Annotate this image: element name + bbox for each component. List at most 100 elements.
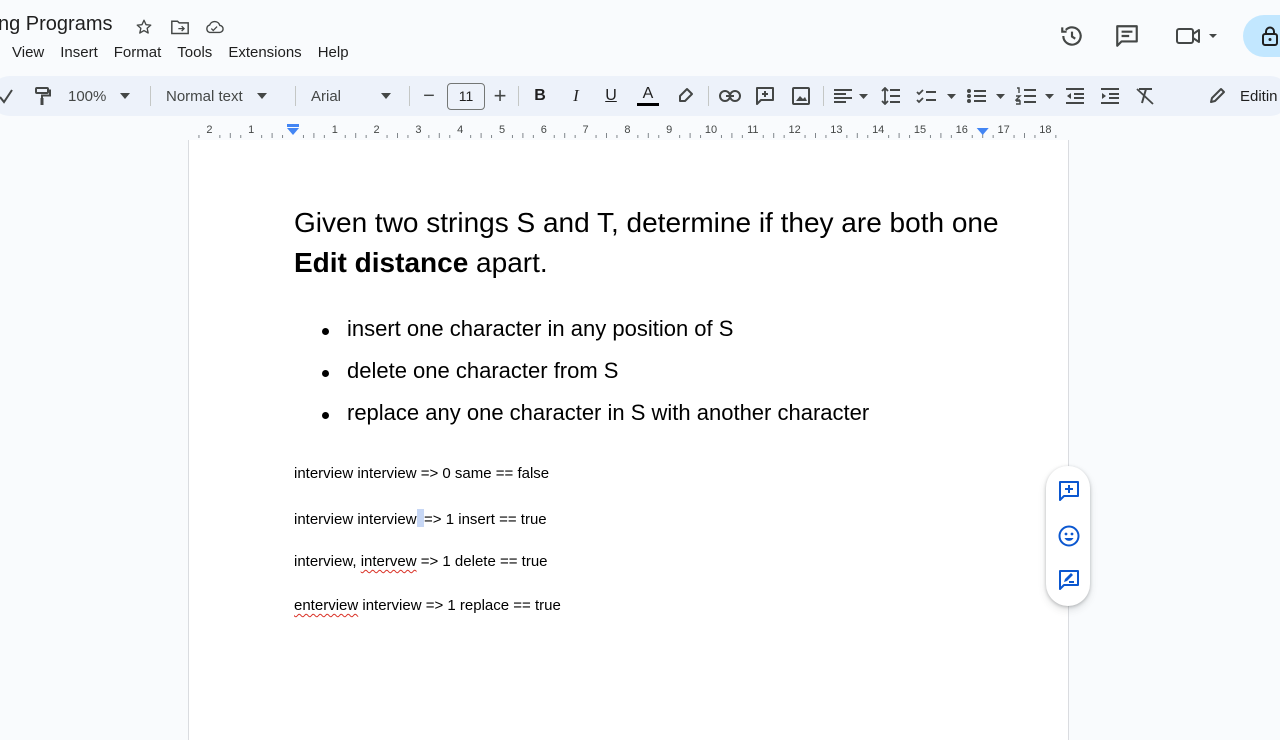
menu-insert[interactable]: Insert (52, 42, 106, 64)
increase-font-size-button[interactable]: + (490, 83, 510, 108)
left-indent-marker[interactable] (287, 124, 299, 135)
editing-mode-button[interactable]: Editin (1208, 84, 1280, 108)
pencil-icon (1210, 88, 1225, 103)
title-bar: ng Programs (0, 0, 1280, 40)
align-select[interactable] (832, 84, 870, 108)
list-item[interactable]: insert one character in any position of … (294, 308, 869, 350)
toolbar-divider (518, 86, 519, 106)
move-to-folder-icon[interactable] (170, 17, 190, 37)
lock-icon (1262, 26, 1278, 46)
menu-help[interactable]: Help (310, 42, 357, 64)
toolbar-divider (295, 86, 296, 106)
ruler-label: 1 (332, 124, 338, 136)
zoom-value: 100% (68, 87, 107, 105)
ruler-svg: 2 1 1 2 3 4 5 6 7 8 9 10 11 12 13 14 15 16 17 18 (198, 124, 1057, 138)
ruler-label: 8 (624, 124, 630, 136)
ruler-label: 7 (583, 124, 589, 136)
numbered-list-icon (1015, 87, 1054, 105)
text-cursor (417, 509, 425, 527)
paint-format-icon[interactable] (31, 84, 53, 108)
toolbar-divider (409, 86, 410, 106)
menu-bar: View Insert Format Tools Extensions Help (0, 42, 357, 64)
star-icon[interactable] (134, 17, 154, 37)
paragraph-style-value: Normal text (166, 87, 243, 105)
ruler-label: 6 (541, 124, 547, 136)
zoom-select[interactable]: 100% (68, 84, 148, 108)
example-4-result: interview => 1 replace == true (358, 597, 561, 614)
example-line-2[interactable]: interview interviews=> 1 insert == true (294, 509, 547, 528)
text-color-swatch (637, 103, 659, 106)
share-button[interactable] (1243, 15, 1280, 57)
chevron-down-icon (381, 93, 392, 99)
insert-image-icon[interactable] (789, 84, 813, 108)
decrease-indent-icon[interactable] (1064, 84, 1086, 108)
example-line-3[interactable]: interview, intervew => 1 delete == true (294, 553, 548, 570)
suggest-edits-icon[interactable] (1056, 567, 1082, 593)
chevron-down-icon (120, 93, 131, 99)
meet-video-icon[interactable] (1172, 22, 1222, 50)
menu-format[interactable]: Format (106, 42, 170, 64)
decrease-font-size-button[interactable]: − (420, 84, 438, 108)
ruler-label: 17 (997, 124, 1009, 136)
menu-tools[interactable]: Tools (169, 42, 220, 64)
ruler-label: 9 (666, 124, 672, 136)
ruler[interactable]: 2 1 1 2 3 4 5 6 7 8 9 10 11 12 13 14 15 16 17 18 (188, 122, 1068, 140)
checklist-select[interactable] (916, 84, 958, 108)
example-3-word: interview, (294, 553, 361, 570)
highlight-color-icon[interactable] (674, 84, 696, 108)
add-comment-icon[interactable] (1056, 478, 1082, 504)
misspelled-word[interactable]: intervew (361, 553, 417, 570)
chevron-down-icon (256, 93, 267, 99)
insert-link-icon[interactable] (718, 84, 742, 108)
ruler-label: 10 (705, 124, 717, 136)
checklist-icon (916, 89, 956, 104)
bulleted-list-select[interactable] (966, 84, 1008, 108)
example-2-words: interview interviews (294, 511, 425, 528)
cloud-saved-icon[interactable] (204, 17, 224, 37)
ruler-label: 2 (374, 124, 380, 136)
editing-mode-label: Editin (1240, 87, 1278, 105)
example-3-result: => 1 delete == true (416, 553, 548, 570)
example-line-1[interactable]: interview interview => 0 same == false (294, 465, 549, 482)
document-title[interactable]: ng Programs (0, 13, 113, 36)
version-history-icon[interactable] (1058, 22, 1086, 50)
list-item[interactable]: replace any one character in S with anot… (294, 392, 869, 434)
add-comment-toolbar-icon[interactable] (753, 84, 777, 108)
font-family-select[interactable]: Arial (311, 84, 401, 108)
bold-button[interactable]: B (530, 84, 550, 108)
increase-indent-icon[interactable] (1099, 84, 1121, 108)
list-item[interactable]: delete one character from S (294, 350, 869, 392)
comments-icon[interactable] (1113, 22, 1141, 50)
align-left-icon (834, 89, 868, 103)
underline-button[interactable]: U (601, 84, 621, 108)
document-heading[interactable]: Given two strings S and T, determine if … (294, 203, 1014, 283)
spellcheck-icon[interactable] (0, 84, 16, 108)
toolbar-divider (708, 86, 709, 106)
heading-bold-text: Edit distance (294, 247, 469, 278)
ruler-label: 2 (206, 124, 212, 136)
ruler-label: 15 (914, 124, 926, 136)
emoji-reaction-icon[interactable] (1056, 523, 1082, 549)
line-spacing-icon[interactable] (880, 84, 902, 108)
ruler-label: 16 (956, 124, 968, 136)
font-size-input[interactable]: 11 (447, 83, 485, 110)
ruler-label: 18 (1039, 124, 1051, 136)
ruler-label: 14 (872, 124, 884, 136)
clear-formatting-icon[interactable] (1134, 84, 1156, 108)
toolbar-divider (150, 86, 151, 106)
ruler-label: 11 (747, 124, 758, 136)
ruler-label: 5 (499, 124, 505, 136)
italic-button[interactable]: I (566, 84, 586, 108)
paragraph-style-select[interactable]: Normal text (166, 84, 286, 108)
numbered-list-select[interactable] (1015, 84, 1057, 108)
menu-extensions[interactable]: Extensions (220, 42, 309, 64)
ruler-label: 13 (830, 124, 842, 136)
misspelled-word[interactable]: enterview (294, 597, 358, 614)
right-indent-marker[interactable] (976, 128, 989, 135)
text-color-button[interactable]: A (636, 84, 660, 108)
menu-view[interactable]: View (0, 42, 52, 64)
bullet-list: insert one character in any position of … (294, 308, 869, 434)
heading-text-end: apart. (468, 247, 548, 278)
example-line-4[interactable]: enterview interview => 1 replace == true (294, 597, 561, 614)
toolbar-divider (823, 86, 824, 106)
